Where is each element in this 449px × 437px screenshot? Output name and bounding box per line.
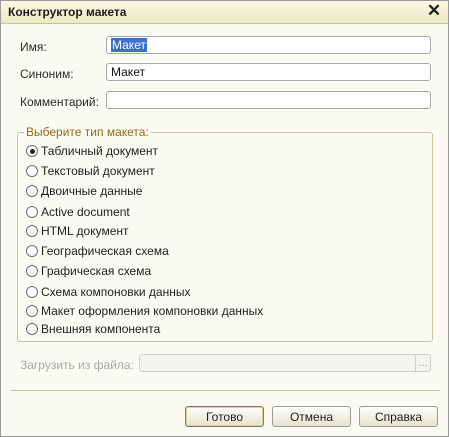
name-label: Имя: [20,40,47,54]
synonym-label: Синоним: [20,67,74,81]
radio-geographic-schema[interactable]: Географическая схема [26,243,169,259]
radio-label: Макет оформления компоновки данных [41,304,264,318]
synonym-input[interactable]: Макет [106,63,431,81]
cancel-button[interactable]: Отмена [272,406,351,427]
radio-button[interactable] [26,265,38,277]
radio-text-document[interactable]: Текстовый документ [26,163,155,179]
radio-label: Графическая схема [41,264,152,278]
help-button[interactable]: Справка [359,406,438,427]
radio-label: Внешняя компонента [41,322,161,336]
radio-label: Табличный документ [41,144,159,158]
radio-button[interactable] [26,225,38,237]
radio-label: Двоичные данные [41,184,143,198]
radio-button[interactable] [26,206,38,218]
radio-label: Схема компоновки данных [41,285,191,299]
browse-button[interactable]: ... [415,355,430,371]
radio-spreadsheet-document[interactable]: Табличный документ [26,143,158,159]
separator [11,390,440,391]
radio-label: Текстовый документ [41,164,155,178]
radio-active-document[interactable]: Active document [26,204,130,220]
load-from-file-label: Загрузить из файла: [20,358,134,372]
load-from-file-input[interactable]: ... [139,354,431,372]
radio-composition-appearance-template[interactable]: Макет оформления компоновки данных [26,303,263,319]
comment-label: Комментарий: [20,95,99,109]
radio-button-checked[interactable] [26,145,38,157]
radio-external-component[interactable]: Внешняя компонента [26,321,160,337]
comment-input[interactable] [106,91,431,109]
radio-button[interactable] [26,286,38,298]
radio-binary-data[interactable]: Двоичные данные [26,183,142,199]
layout-constructor-dialog: Конструктор макета ✕ Имя: Макет Синоним:… [0,0,449,437]
name-input[interactable]: Макет [106,36,431,54]
radio-graphic-schema[interactable]: Графическая схема [26,263,151,279]
radio-button[interactable] [26,185,38,197]
radio-label: Географическая схема [41,244,169,258]
title-bar: Конструктор макета ✕ [1,1,448,24]
radio-button[interactable] [26,305,38,317]
window-title: Конструктор макета [8,5,127,19]
radio-data-composition-schema[interactable]: Схема компоновки данных [26,284,190,300]
radio-button[interactable] [26,323,38,335]
name-input-value: Макет [111,38,147,52]
close-icon[interactable]: ✕ [426,2,442,19]
layout-type-legend: Выберите тип макета: [24,125,151,139]
radio-button[interactable] [26,245,38,257]
ok-button[interactable]: Готово [185,406,264,427]
radio-label: Active document [41,205,130,219]
radio-label: HTML документ [41,224,129,238]
synonym-input-value: Макет [111,65,145,79]
radio-button[interactable] [26,165,38,177]
radio-html-document[interactable]: HTML документ [26,223,129,239]
